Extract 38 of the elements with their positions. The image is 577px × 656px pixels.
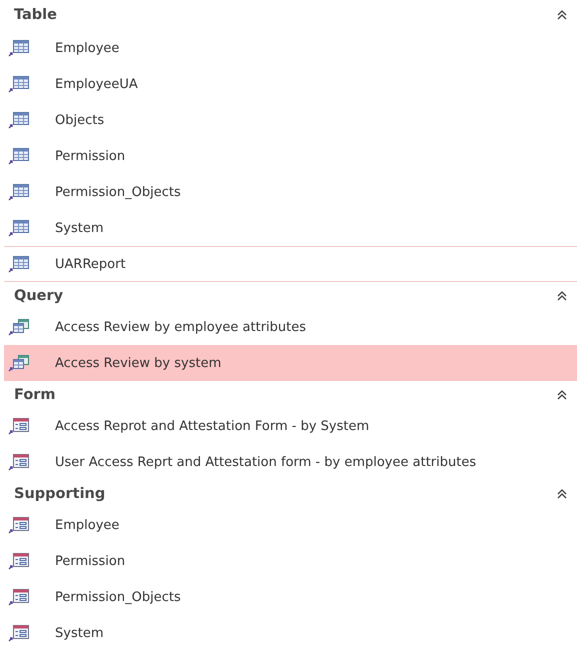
group-header: Supporting xyxy=(14,486,106,502)
form-shortcut-icon xyxy=(8,453,30,471)
navigation-item[interactable]: Access Review by system xyxy=(4,345,577,381)
navigation-item[interactable]: EmployeeUA xyxy=(4,66,577,102)
collapse-icon[interactable] xyxy=(557,290,567,300)
navigation-item[interactable]: Permission_Objects xyxy=(4,174,577,210)
navigation-item[interactable]: System xyxy=(4,210,577,246)
navigation-item[interactable]: Permission xyxy=(4,543,577,579)
navigation-item[interactable]: Access Reprot and Attestation Form - by System xyxy=(4,408,577,444)
collapse-icon[interactable] xyxy=(557,390,567,400)
form-shortcut-icon xyxy=(8,624,30,642)
query-shortcut-icon xyxy=(8,354,30,372)
group-header: Form xyxy=(14,386,56,402)
form-shortcut-icon xyxy=(8,516,30,534)
table-shortcut-icon xyxy=(8,147,30,165)
form-shortcut-icon xyxy=(8,552,30,570)
form-shortcut-icon xyxy=(8,417,30,435)
table-shortcut-icon xyxy=(8,39,30,57)
table-shortcut-icon xyxy=(8,255,30,273)
navigation-item[interactable]: Employee xyxy=(4,30,577,66)
navigation-item[interactable]: Objects xyxy=(4,102,577,138)
table-shortcut-icon xyxy=(8,111,30,129)
group-header: Query xyxy=(14,288,64,304)
navigation-item[interactable]: UARReport xyxy=(4,246,577,282)
collapse-icon[interactable] xyxy=(557,488,567,498)
query-shortcut-icon xyxy=(8,318,30,336)
navigation-item[interactable]: System xyxy=(4,615,577,651)
navigation-item[interactable]: User Access Reprt and Attestation form - by employee attributes xyxy=(4,444,577,480)
table-shortcut-icon xyxy=(8,183,30,201)
collapse-icon[interactable] xyxy=(557,10,567,20)
navigation-item[interactable]: Employee xyxy=(4,507,577,543)
group-header: Table xyxy=(14,7,57,23)
navigation-item[interactable]: Access Review by employee attributes xyxy=(4,309,577,345)
form-shortcut-icon xyxy=(8,588,30,606)
table-shortcut-icon xyxy=(8,75,30,93)
navigation-item[interactable]: Permission xyxy=(4,138,577,174)
navigation-item[interactable]: Permission_Objects xyxy=(4,579,577,615)
table-shortcut-icon xyxy=(8,219,30,237)
